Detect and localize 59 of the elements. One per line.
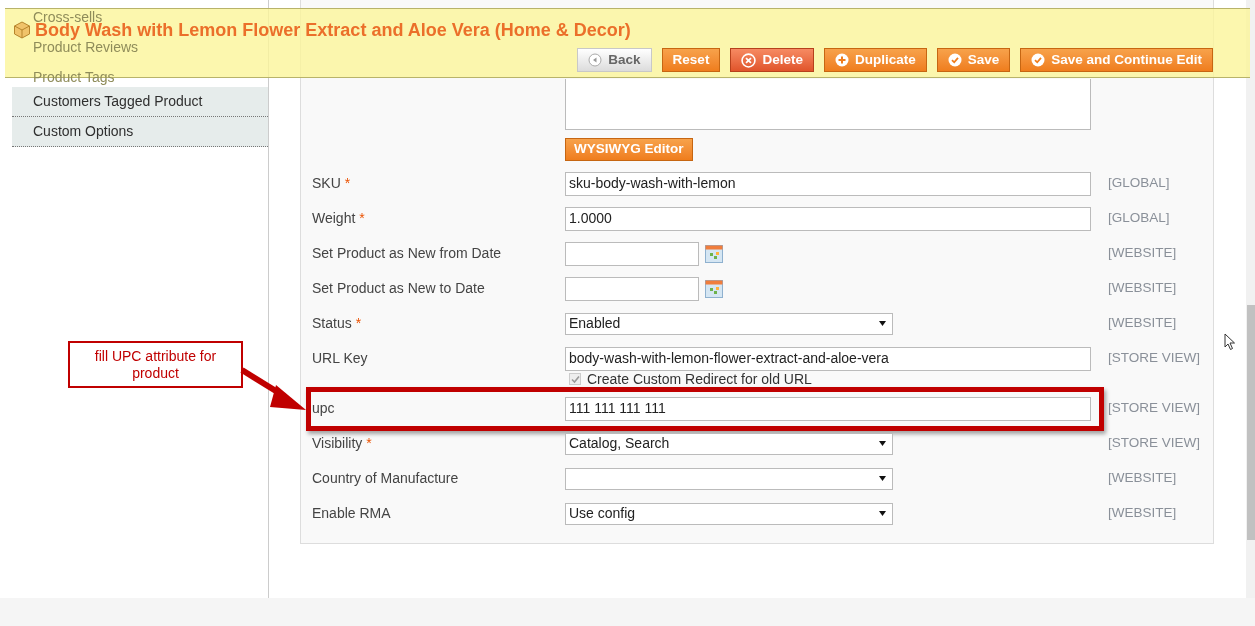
required-asterisk: * bbox=[366, 434, 372, 453]
date-field[interactable] bbox=[565, 276, 699, 301]
redirect-checkbox[interactable] bbox=[569, 373, 581, 385]
field-label: URL Key bbox=[312, 349, 368, 368]
check-icon bbox=[1031, 53, 1046, 67]
description-textarea[interactable] bbox=[565, 79, 1091, 130]
sidebar-item[interactable]: Product Tags bbox=[33, 70, 115, 84]
scope-label: [GLOBAL] bbox=[1108, 174, 1170, 193]
scope-label: [GLOBAL] bbox=[1108, 209, 1170, 228]
toolbar-button[interactable]: Delete bbox=[730, 48, 814, 72]
select-field[interactable] bbox=[565, 467, 893, 490]
check-icon bbox=[947, 53, 962, 67]
back-button[interactable]: Back bbox=[577, 48, 652, 72]
checkmark-icon bbox=[570, 374, 580, 384]
scope-label: [WEBSITE] bbox=[1108, 469, 1177, 488]
sidebar-item[interactable]: Custom Options bbox=[12, 117, 268, 147]
text-field[interactable]: body-wash-with-lemon-flower-extract-and-aloe-vera bbox=[565, 346, 1091, 371]
field-label: Set Product as New to Date bbox=[312, 279, 485, 298]
text-field[interactable]: sku-body-wash-with-lemon bbox=[565, 171, 1091, 196]
calendar-icon[interactable] bbox=[705, 244, 723, 263]
scope-label: [WEBSITE] bbox=[1108, 504, 1177, 523]
scope-label: [WEBSITE] bbox=[1108, 314, 1177, 333]
sidebar-item[interactable]: Customers Tagged Product bbox=[12, 87, 268, 117]
scope-label: [STORE VIEW] bbox=[1108, 349, 1200, 368]
field-label: Weight bbox=[312, 209, 356, 228]
scope-label: [STORE VIEW] bbox=[1108, 434, 1200, 453]
close-icon bbox=[741, 52, 757, 68]
scope-label: [WEBSITE] bbox=[1108, 279, 1177, 298]
sidebar-item[interactable]: Product Reviews bbox=[33, 40, 139, 54]
scope-label: [STORE VIEW] bbox=[1108, 399, 1200, 418]
box-icon bbox=[13, 21, 31, 39]
scope-label: [WEBSITE] bbox=[1108, 244, 1177, 263]
select-field[interactable]: Enabled bbox=[565, 312, 893, 335]
field-label: Enable RMA bbox=[312, 504, 391, 523]
plus-icon bbox=[834, 53, 849, 67]
text-field[interactable]: 1.0000 bbox=[565, 206, 1091, 231]
field-label: upc bbox=[312, 399, 335, 418]
field-label: Country of Manufacture bbox=[312, 469, 459, 488]
select-field[interactable]: Use config bbox=[565, 502, 893, 525]
dropdown-arrow-icon bbox=[879, 511, 886, 516]
mouse-cursor-icon bbox=[1224, 333, 1236, 351]
text-field[interactable]: 111 111 111 111 bbox=[565, 396, 1091, 421]
field-label: Visibility bbox=[312, 434, 363, 453]
annotation-arrow bbox=[240, 367, 306, 410]
required-asterisk: * bbox=[359, 209, 365, 228]
field-label: Set Product as New from Date bbox=[312, 244, 502, 263]
required-asterisk: * bbox=[355, 314, 362, 333]
checkbox-label: Create Custom Redirect for old URL bbox=[587, 369, 812, 389]
date-field[interactable] bbox=[565, 241, 699, 266]
annotation-callout: fill UPC attribute for product bbox=[68, 341, 243, 388]
dropdown-arrow-icon bbox=[879, 476, 886, 481]
field-label: SKU bbox=[312, 174, 341, 193]
dropdown-arrow-icon bbox=[879, 441, 886, 446]
calendar-icon[interactable] bbox=[705, 279, 723, 298]
dropdown-arrow-icon bbox=[879, 321, 886, 326]
select-field[interactable]: Catalog, Search bbox=[565, 432, 893, 455]
field-label: Status bbox=[312, 314, 352, 333]
required-asterisk: * bbox=[344, 174, 351, 193]
scrollbar-thumb[interactable] bbox=[1247, 305, 1255, 540]
